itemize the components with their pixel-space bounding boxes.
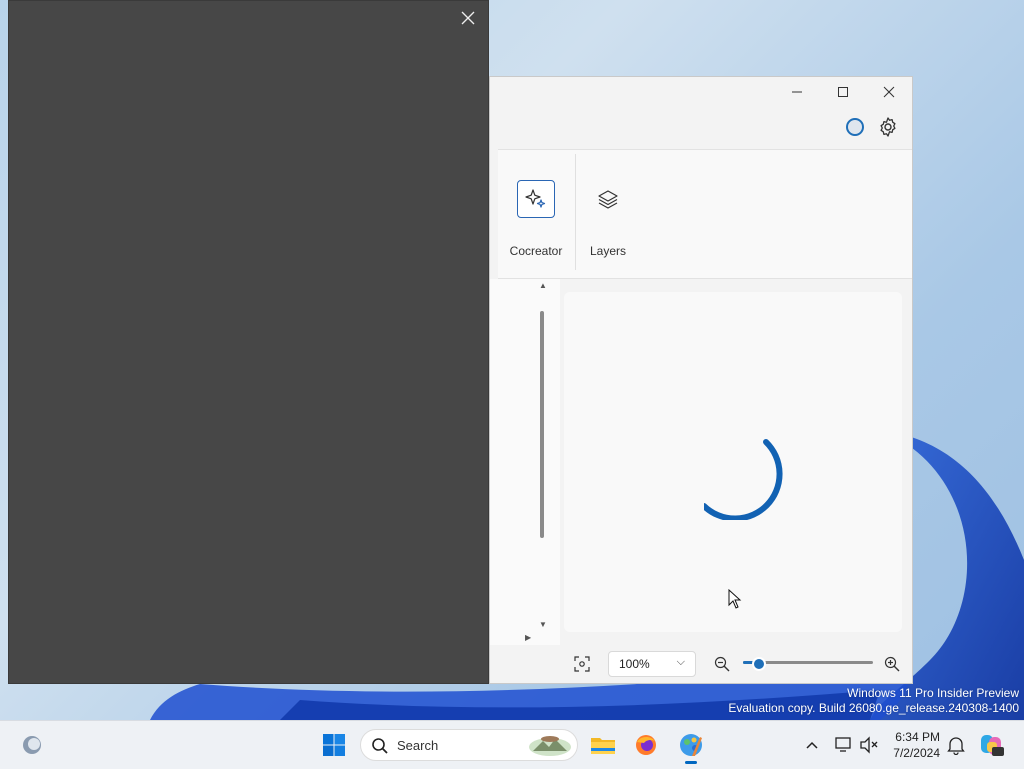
layers-button[interactable]: Layers (573, 180, 643, 258)
system-clock[interactable]: 6:34 PM 7/2/2024 (893, 729, 940, 761)
layers-label: Layers (589, 244, 627, 258)
scroll-down-arrow-icon[interactable]: ▼ (539, 620, 547, 629)
side-panel (490, 279, 560, 645)
zoom-in-icon[interactable] (884, 656, 900, 672)
dark-overlay-panel (8, 0, 489, 684)
zoom-slider-thumb[interactable] (751, 657, 766, 671)
active-app-indicator (685, 761, 697, 764)
chevron-down-icon: ⌵ (676, 656, 685, 668)
search-label: Search (397, 738, 439, 753)
chevron-up-icon[interactable] (796, 729, 828, 761)
status-bar (490, 645, 912, 685)
zoom-level-value: 100% (619, 657, 650, 671)
fit-to-window-icon[interactable] (574, 656, 590, 672)
watermark-line-1: Windows 11 Pro Insider Preview (847, 686, 1019, 700)
vertical-scrollbar-thumb[interactable] (540, 311, 544, 538)
clock-time: 6:34 PM (895, 730, 940, 744)
search-highlight-image-icon (529, 736, 571, 756)
notification-bell-icon[interactable] (940, 729, 972, 761)
zoom-out-icon[interactable] (714, 656, 730, 672)
close-icon[interactable] (459, 9, 477, 27)
minimize-button[interactable] (774, 77, 820, 107)
zoom-slider[interactable] (743, 657, 873, 671)
maximize-button[interactable] (820, 77, 866, 107)
file-explorer-icon[interactable] (587, 729, 619, 761)
layers-icon (589, 180, 627, 218)
search-icon (372, 738, 388, 754)
watermark-line-2: Evaluation copy. Build 26080.ge_release.… (728, 701, 1019, 715)
account-icon[interactable] (846, 118, 864, 136)
zoom-level-dropdown[interactable]: 100% ⌵ (608, 651, 696, 677)
copilot-icon[interactable] (976, 729, 1008, 761)
paint-icon[interactable] (675, 729, 707, 761)
scroll-up-arrow-icon[interactable]: ▲ (539, 281, 547, 290)
canvas-area[interactable] (564, 292, 902, 632)
cocreator-label: Cocreator (509, 244, 563, 258)
clock-date: 7/2/2024 (893, 746, 940, 760)
volume-mute-icon[interactable] (853, 729, 885, 761)
taskbar: Search 6:34 PM 7/2/2024 (0, 720, 1024, 769)
sparkle-icon (517, 180, 555, 218)
loading-spinner-icon (704, 439, 783, 520)
title-bar[interactable] (490, 77, 912, 107)
cocreator-button[interactable]: Cocreator (501, 180, 571, 258)
taskbar-search-box[interactable]: Search (360, 729, 578, 761)
windows-start-icon[interactable] (318, 729, 350, 761)
paint-window: Cocreator Layers ▲ ▼ ▶ 100% ⌵ (489, 76, 913, 684)
ribbon: Cocreator Layers (498, 149, 912, 279)
scroll-right-arrow-icon[interactable]: ▶ (525, 633, 531, 642)
firefox-icon[interactable] (630, 729, 662, 761)
widgets-icon[interactable] (16, 729, 48, 761)
mouse-pointer-icon (728, 589, 742, 609)
close-button[interactable] (866, 77, 912, 107)
settings-gear-icon[interactable] (876, 115, 900, 139)
